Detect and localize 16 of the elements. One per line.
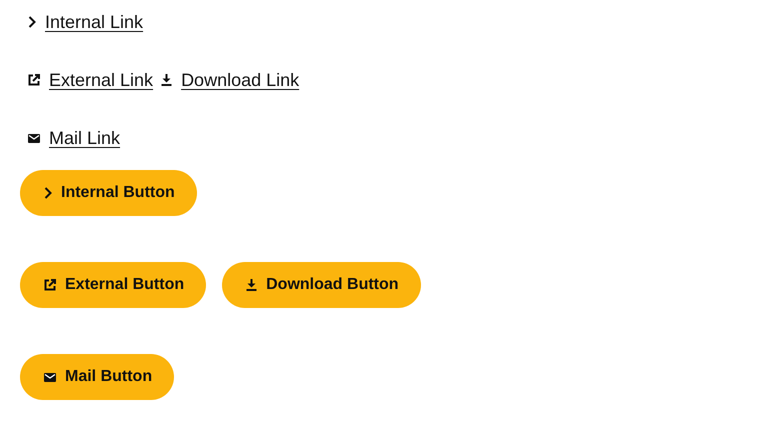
link[interactable]: External Link — [49, 70, 154, 90]
envelope-icon — [44, 372, 56, 382]
button[interactable]: Internal Button — [20, 170, 197, 216]
download-icon — [161, 74, 172, 86]
envelope-icon — [28, 134, 40, 142]
download-icon — [246, 279, 258, 291]
button[interactable]: Download Button — [222, 262, 421, 308]
link[interactable]: Internal Link — [45, 12, 144, 32]
link[interactable]: Download Link — [181, 70, 300, 90]
chevron-right-icon — [28, 16, 36, 28]
chevron-right-icon — [44, 187, 52, 199]
link[interactable]: Mail Link — [49, 128, 120, 148]
external-link-icon — [28, 74, 40, 86]
external-link-icon — [44, 279, 56, 291]
button[interactable]: External Button — [20, 262, 206, 308]
button[interactable]: Mail Button — [20, 354, 174, 400]
